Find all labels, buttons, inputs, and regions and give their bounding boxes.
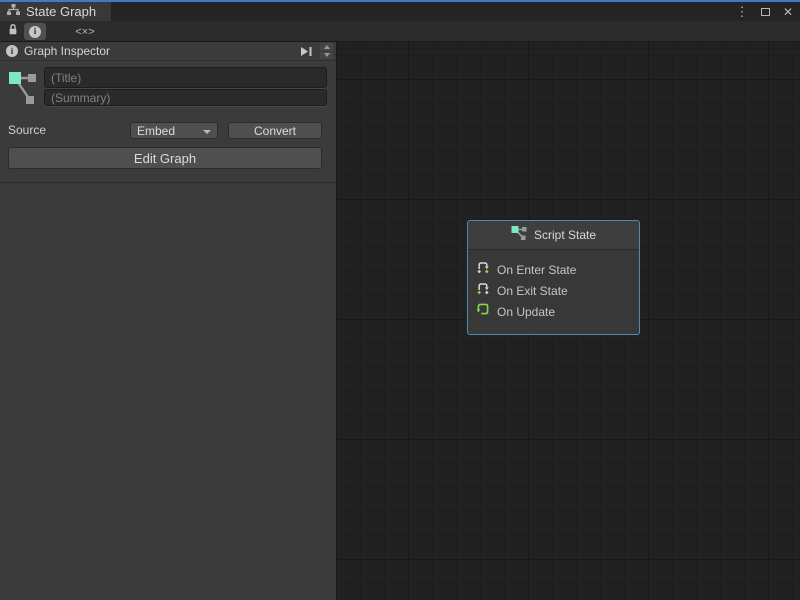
- event-row-on-exit-state[interactable]: On Exit State: [468, 280, 639, 301]
- node-title: Script State: [534, 228, 596, 242]
- inspector-divider: [0, 182, 336, 183]
- code-icon: <×>: [75, 26, 94, 38]
- summary-field[interactable]: [44, 89, 327, 106]
- focus-accent-line: [0, 0, 800, 2]
- event-row-on-update[interactable]: On Update: [468, 301, 639, 322]
- scroll-up-button[interactable]: [320, 43, 333, 51]
- state-graph-icon: [7, 3, 20, 21]
- triangle-down-icon: [324, 53, 330, 57]
- triangle-up-icon: [324, 45, 330, 49]
- edit-graph-button[interactable]: Edit Graph: [8, 147, 322, 169]
- source-dropdown[interactable]: Embed: [130, 122, 218, 139]
- update-icon: [476, 302, 490, 321]
- graph-canvas[interactable]: Script State On Enter State: [336, 42, 800, 600]
- convert-button[interactable]: Convert: [228, 122, 322, 139]
- scroll-down-button[interactable]: [320, 52, 333, 60]
- maximize-icon[interactable]: [757, 4, 773, 20]
- script-state-node[interactable]: Script State On Enter State: [467, 220, 640, 335]
- tab-state-graph[interactable]: State Graph: [0, 2, 111, 21]
- title-field[interactable]: [44, 67, 327, 88]
- event-label: On Update: [497, 305, 555, 319]
- source-label: Source: [8, 122, 46, 139]
- dock-icon[interactable]: [298, 44, 314, 58]
- window-controls: ⋮ ✕: [734, 2, 796, 21]
- inspector-header: Graph Inspector: [0, 42, 336, 61]
- chevron-down-icon: [203, 130, 211, 134]
- event-label: On Exit State: [497, 284, 568, 298]
- event-row-on-enter-state[interactable]: On Enter State: [468, 259, 639, 280]
- convert-label: Convert: [254, 124, 296, 138]
- node-body: On Enter State On Exit State: [468, 250, 639, 322]
- close-icon[interactable]: ✕: [780, 4, 796, 20]
- graph-asset-icon: [8, 66, 36, 111]
- node-header[interactable]: Script State: [468, 221, 639, 250]
- info-icon: [29, 26, 41, 38]
- inspector-toggle-button[interactable]: [24, 23, 46, 40]
- lock-button[interactable]: [3, 23, 22, 40]
- tab-title: State Graph: [26, 4, 96, 19]
- info-icon: [6, 45, 18, 57]
- exit-state-icon: [476, 281, 490, 300]
- code-view-button[interactable]: <×>: [70, 23, 100, 40]
- graph-inspector-panel: Graph Inspector Source Embed Convert Edi…: [0, 42, 336, 600]
- toolbar: <×> New State Graph Zoom 1x Dim Carry Al…: [0, 21, 800, 42]
- lock-icon: [7, 23, 19, 41]
- scroll-spinner: [320, 43, 333, 59]
- inspector-title: Graph Inspector: [24, 44, 110, 58]
- script-state-icon: [511, 225, 527, 245]
- more-icon[interactable]: ⋮: [734, 4, 750, 20]
- edit-graph-label: Edit Graph: [134, 151, 196, 166]
- source-dropdown-value: Embed: [137, 124, 175, 138]
- title-bar: State Graph ⋮ ✕: [0, 0, 800, 21]
- event-label: On Enter State: [497, 263, 576, 277]
- enter-state-icon: [476, 260, 490, 279]
